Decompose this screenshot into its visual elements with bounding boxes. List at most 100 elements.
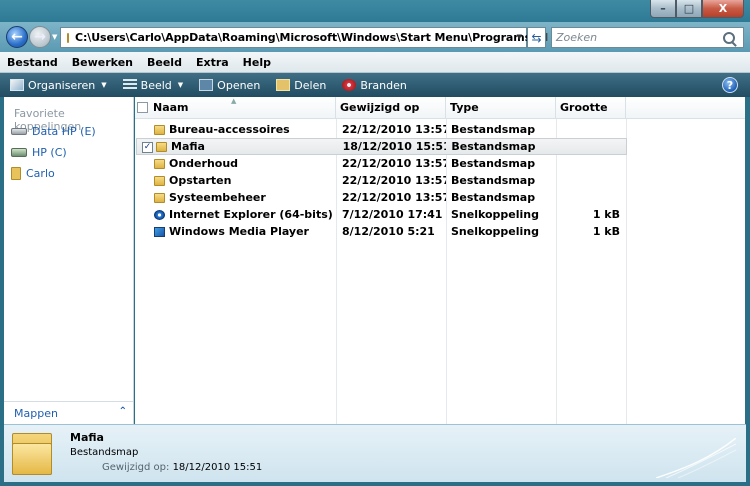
menu-bewerken[interactable]: Bewerken (71, 56, 134, 69)
share-button[interactable]: Delen (276, 79, 326, 92)
close-button[interactable]: X (702, 0, 744, 18)
file-type: Bestandsmap (451, 140, 536, 153)
organize-button[interactable]: Organiseren ▼ (10, 79, 107, 92)
media-player-icon (154, 226, 165, 237)
internet-explorer-icon (154, 209, 165, 220)
sidebar-item-hp-c[interactable]: HP (C) (4, 142, 133, 163)
sidebar-item-label: HP (C) (32, 146, 67, 159)
organize-icon (10, 79, 24, 91)
search-input[interactable]: Zoeken (552, 31, 723, 44)
file-name: Opstarten (169, 174, 232, 187)
address-bar[interactable]: C:\Users\Carlo\AppData\Roaming\Microsoft… (60, 27, 548, 48)
folder-icon (154, 158, 165, 169)
title-bar: – □ X (0, 0, 750, 22)
sidebar-item-carlo[interactable]: Carlo (4, 163, 133, 184)
file-name: Windows Media Player (169, 225, 309, 238)
view-button[interactable]: Beeld ▼ (122, 78, 184, 92)
command-toolbar: Organiseren ▼ Beeld ▼ Openen Delen Brand… (0, 73, 750, 97)
window-controls: – □ X (650, 0, 744, 18)
file-name: Mafia (171, 140, 205, 153)
details-type: Bestandsmap (70, 447, 139, 458)
maximize-button[interactable]: □ (676, 0, 702, 18)
file-type: Snelkoppeling (451, 225, 540, 238)
file-row[interactable]: Onderhoud 22/12/2010 13:57 Bestandsmap (135, 155, 745, 172)
file-row[interactable]: Internet Explorer (64-bits) 7/12/2010 17… (135, 206, 745, 223)
file-type: Bestandsmap (451, 123, 536, 136)
column-header-modified[interactable]: Gewijzigd op (336, 97, 446, 118)
file-name: Bureau-accessoires (169, 123, 290, 136)
navigation-bar: ← → ▼ C:\Users\Carlo\AppData\Roaming\Mic… (0, 22, 750, 52)
search-icon[interactable] (723, 31, 735, 44)
file-modified: 22/12/2010 13:57 (342, 174, 446, 187)
folder-icon (154, 175, 165, 186)
forward-button[interactable]: → (29, 26, 51, 48)
row-checkbox[interactable]: ✓ (142, 142, 153, 153)
address-path[interactable]: C:\Users\Carlo\AppData\Roaming\Microsoft… (75, 31, 531, 44)
navigation-pane: Favoriete koppelingen Data HP (E) HP (C)… (4, 97, 134, 424)
refresh-button[interactable]: ⇆ (527, 27, 546, 48)
file-modified: 8/12/2010 5:21 (342, 225, 435, 238)
open-icon (199, 79, 214, 91)
minimize-button[interactable]: – (650, 0, 676, 18)
file-modified: 22/12/2010 13:57 (342, 191, 446, 204)
sort-ascending-icon: ▲ (231, 97, 237, 105)
column-label: Gewijzigd op (340, 101, 420, 114)
open-label: Openen (217, 78, 261, 92)
file-row[interactable]: Bureau-accessoires 22/12/2010 13:57 Best… (135, 121, 745, 138)
column-header-type[interactable]: Type (446, 97, 556, 118)
menu-beeld[interactable]: Beeld (146, 56, 183, 69)
column-label: Naam (153, 101, 189, 114)
column-header-size[interactable]: Grootte (556, 97, 626, 118)
details-pane: Mafia Bestandsmap Gewijzigd op: 18/12/20… (4, 424, 746, 482)
back-button[interactable]: ← (6, 26, 28, 48)
file-row[interactable]: Windows Media Player 8/12/2010 5:21 Snel… (135, 223, 745, 240)
folder-icon (154, 192, 165, 203)
folder-icon (12, 431, 52, 475)
column-header-name[interactable]: Naam ▲ (135, 97, 336, 118)
file-modified: 7/12/2010 17:41 (342, 208, 443, 221)
file-type: Snelkoppeling (451, 208, 540, 221)
file-row[interactable]: Systeembeheer 22/12/2010 13:57 Bestandsm… (135, 189, 745, 206)
file-name: Systeembeheer (169, 191, 266, 204)
chevron-down-icon: ▼ (177, 81, 184, 89)
refresh-icon: ⇆ (531, 30, 542, 45)
file-size: 1 kB (592, 225, 620, 238)
drive-icon (11, 148, 27, 157)
details-modified-value: 18/12/2010 15:51 (172, 462, 263, 473)
column-headers: Naam ▲ Gewijzigd op Type Grootte (135, 97, 745, 119)
burn-label: Branden (360, 78, 407, 92)
file-modified: 18/12/2010 15:51 (342, 140, 447, 153)
file-name: Internet Explorer (64-bits) (169, 208, 333, 221)
view-label: Beeld (140, 78, 172, 92)
file-modified: 22/12/2010 13:57 (342, 123, 446, 136)
file-name: Onderhoud (169, 157, 239, 170)
sidebar-item-label: Data HP (E) (32, 125, 96, 138)
address-dropdown-icon[interactable]: ▼ (517, 33, 522, 41)
menu-extra[interactable]: Extra (195, 56, 230, 69)
file-type: Bestandsmap (451, 174, 536, 187)
favorite-links-title: Favoriete koppelingen (14, 107, 82, 133)
chevron-down-icon: ▼ (101, 81, 107, 89)
column-label: Type (450, 101, 479, 114)
burn-button[interactable]: Branden (342, 79, 407, 92)
history-dropdown-icon[interactable]: ▼ (52, 33, 57, 41)
menu-bestand[interactable]: Bestand (6, 56, 59, 69)
folder-icon (67, 32, 69, 43)
chevron-up-icon: ⌃ (118, 406, 127, 417)
folders-toggle[interactable]: Mappen ⌃ (4, 401, 133, 424)
file-type: Bestandsmap (451, 157, 536, 170)
folder-icon (156, 141, 167, 152)
menu-bar: Bestand Bewerken Beeld Extra Help (0, 52, 750, 73)
folders-label: Mappen (14, 406, 58, 420)
view-icon (122, 79, 137, 91)
help-icon[interactable]: ? (722, 77, 738, 93)
menu-help[interactable]: Help (242, 56, 272, 69)
folder-icon (11, 167, 21, 180)
file-row[interactable]: Opstarten 22/12/2010 13:57 Bestandsmap (135, 172, 745, 189)
back-arrow-icon: ← (11, 29, 23, 45)
search-box[interactable]: Zoeken (551, 27, 744, 48)
select-all-checkbox[interactable] (137, 102, 148, 113)
open-button[interactable]: Openen (199, 79, 260, 92)
burn-disc-icon (342, 79, 357, 91)
file-row-selected[interactable]: ✓ Mafia 18/12/2010 15:51 Bestandsmap (136, 138, 627, 155)
